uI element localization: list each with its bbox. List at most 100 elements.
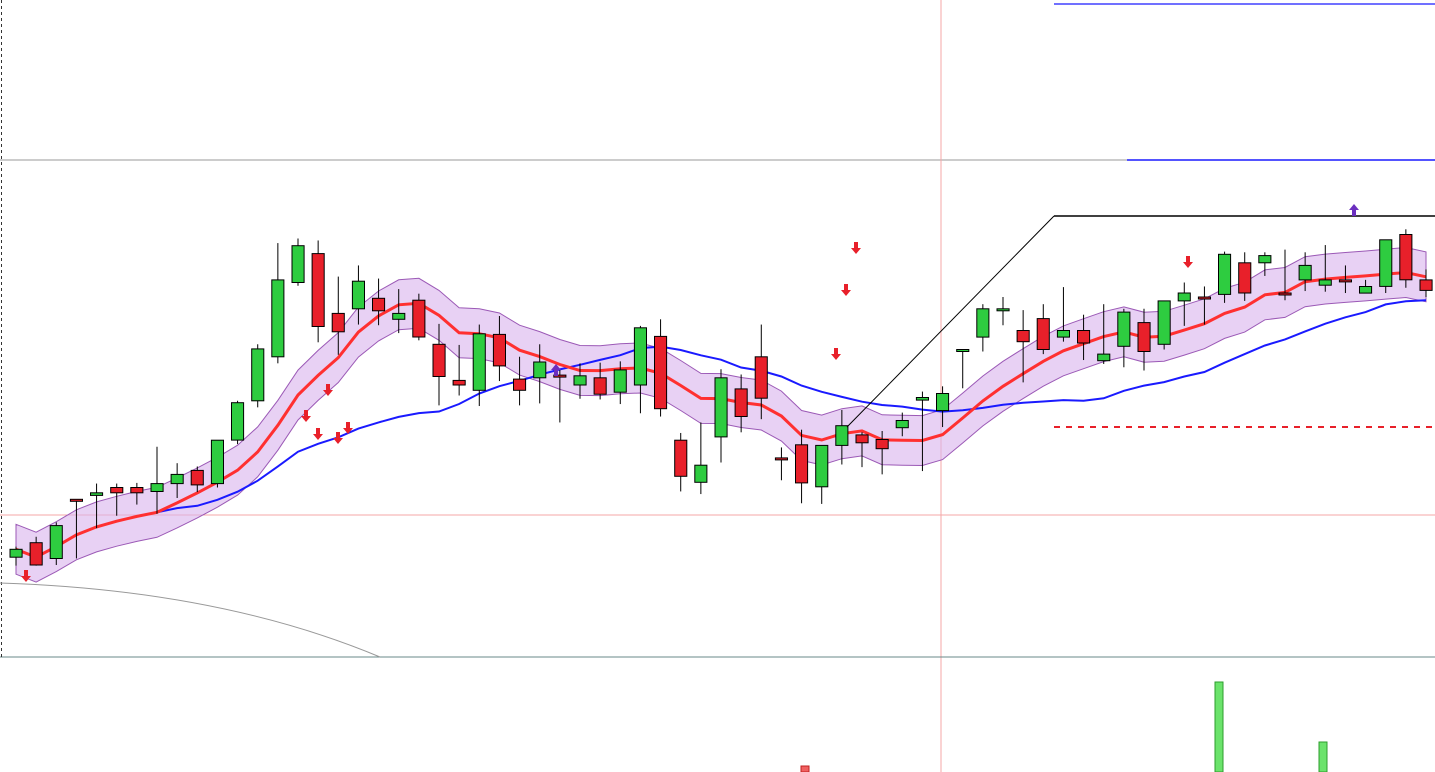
down-arrow-signal xyxy=(333,432,343,444)
candle-body xyxy=(976,308,990,338)
candle-body xyxy=(150,483,164,493)
candle-body xyxy=(90,492,104,496)
candle-body xyxy=(1399,234,1413,281)
candle-body xyxy=(1419,279,1433,291)
candle-body xyxy=(795,444,809,484)
candle-body xyxy=(1338,279,1353,283)
candle xyxy=(1117,308,1131,368)
candle-body xyxy=(1278,292,1292,296)
candle-body xyxy=(210,439,224,485)
candle-body xyxy=(311,253,325,328)
candle-body xyxy=(1036,318,1050,351)
candle-body xyxy=(1298,264,1312,281)
arc-line xyxy=(0,582,381,658)
candle-body xyxy=(734,388,748,417)
candle-body xyxy=(69,498,84,502)
candle xyxy=(291,238,305,286)
candle xyxy=(210,439,224,488)
volume-bar xyxy=(1214,681,1224,772)
candle xyxy=(49,522,63,566)
volume-bar xyxy=(1318,741,1328,772)
candle-body xyxy=(1258,255,1272,264)
candle-body xyxy=(654,335,668,410)
candle xyxy=(412,293,426,341)
candle-body xyxy=(331,312,345,333)
candle-body xyxy=(895,420,909,429)
candle-body xyxy=(1137,322,1151,353)
candle xyxy=(714,369,728,463)
candle xyxy=(251,344,265,408)
candle-body xyxy=(351,280,365,310)
volume-bars xyxy=(800,681,1328,772)
candle-body xyxy=(674,439,688,477)
candle-body xyxy=(1379,239,1393,287)
candle xyxy=(1036,304,1050,355)
candle-body xyxy=(291,245,305,283)
candle-body xyxy=(1016,330,1030,343)
candle xyxy=(311,240,325,343)
candle-body xyxy=(1318,279,1332,286)
candle-body xyxy=(633,327,648,386)
down-arrow-signal xyxy=(313,428,323,440)
candle-body xyxy=(774,457,789,461)
candle xyxy=(774,447,789,481)
down-arrow-signal xyxy=(851,242,861,254)
candle-body xyxy=(1359,286,1373,294)
candle xyxy=(1379,239,1393,294)
candle-body xyxy=(190,469,204,486)
candle xyxy=(815,444,829,504)
candle-body xyxy=(49,525,63,559)
candle-body xyxy=(1097,353,1111,362)
candle-body xyxy=(875,439,889,450)
candle-body xyxy=(1218,253,1232,295)
candle-body xyxy=(231,402,245,441)
candle-body xyxy=(9,548,23,558)
candlestick-chart xyxy=(0,0,1435,772)
candle-body xyxy=(492,333,506,367)
candle-body xyxy=(452,379,466,386)
candle-body xyxy=(392,312,406,320)
candle-body xyxy=(1077,330,1091,344)
down-arrow-signal xyxy=(841,284,851,296)
volume-bar xyxy=(800,765,810,772)
candle-body xyxy=(1238,262,1252,294)
candle-body xyxy=(432,343,446,377)
candle-body xyxy=(1197,296,1212,300)
candle-body xyxy=(271,279,285,358)
candle-body xyxy=(251,348,265,402)
candle xyxy=(271,243,285,364)
candle-body xyxy=(29,542,43,566)
candle xyxy=(472,324,486,407)
candle-body xyxy=(472,333,486,391)
candle-body xyxy=(754,356,768,399)
candle xyxy=(956,349,970,389)
candle-body xyxy=(815,444,829,488)
candle-body xyxy=(513,378,527,391)
candle xyxy=(1157,300,1171,350)
candle-body xyxy=(1177,292,1191,302)
candle xyxy=(1056,287,1071,342)
down-arrow-signal xyxy=(1183,256,1193,268)
candle xyxy=(976,304,990,352)
candle-body xyxy=(714,377,728,438)
candle-body xyxy=(533,361,547,379)
candle-body xyxy=(956,349,970,352)
candle xyxy=(674,432,688,492)
candle-body xyxy=(372,297,386,312)
candle-body xyxy=(110,487,124,494)
candle-body xyxy=(170,473,184,485)
candle xyxy=(694,422,708,495)
candle xyxy=(996,296,1010,326)
candle-body xyxy=(613,369,627,393)
up-arrow-signal xyxy=(1349,204,1359,216)
candle-body xyxy=(996,308,1010,312)
chart-canvas xyxy=(0,0,1435,772)
candle-body xyxy=(1157,300,1171,345)
down-arrow-signal xyxy=(831,348,841,360)
candle-body xyxy=(130,487,144,494)
candle xyxy=(633,325,648,414)
candle-body xyxy=(412,299,426,338)
candle-body xyxy=(694,464,708,483)
candle xyxy=(231,400,245,445)
candle-body xyxy=(855,434,869,444)
